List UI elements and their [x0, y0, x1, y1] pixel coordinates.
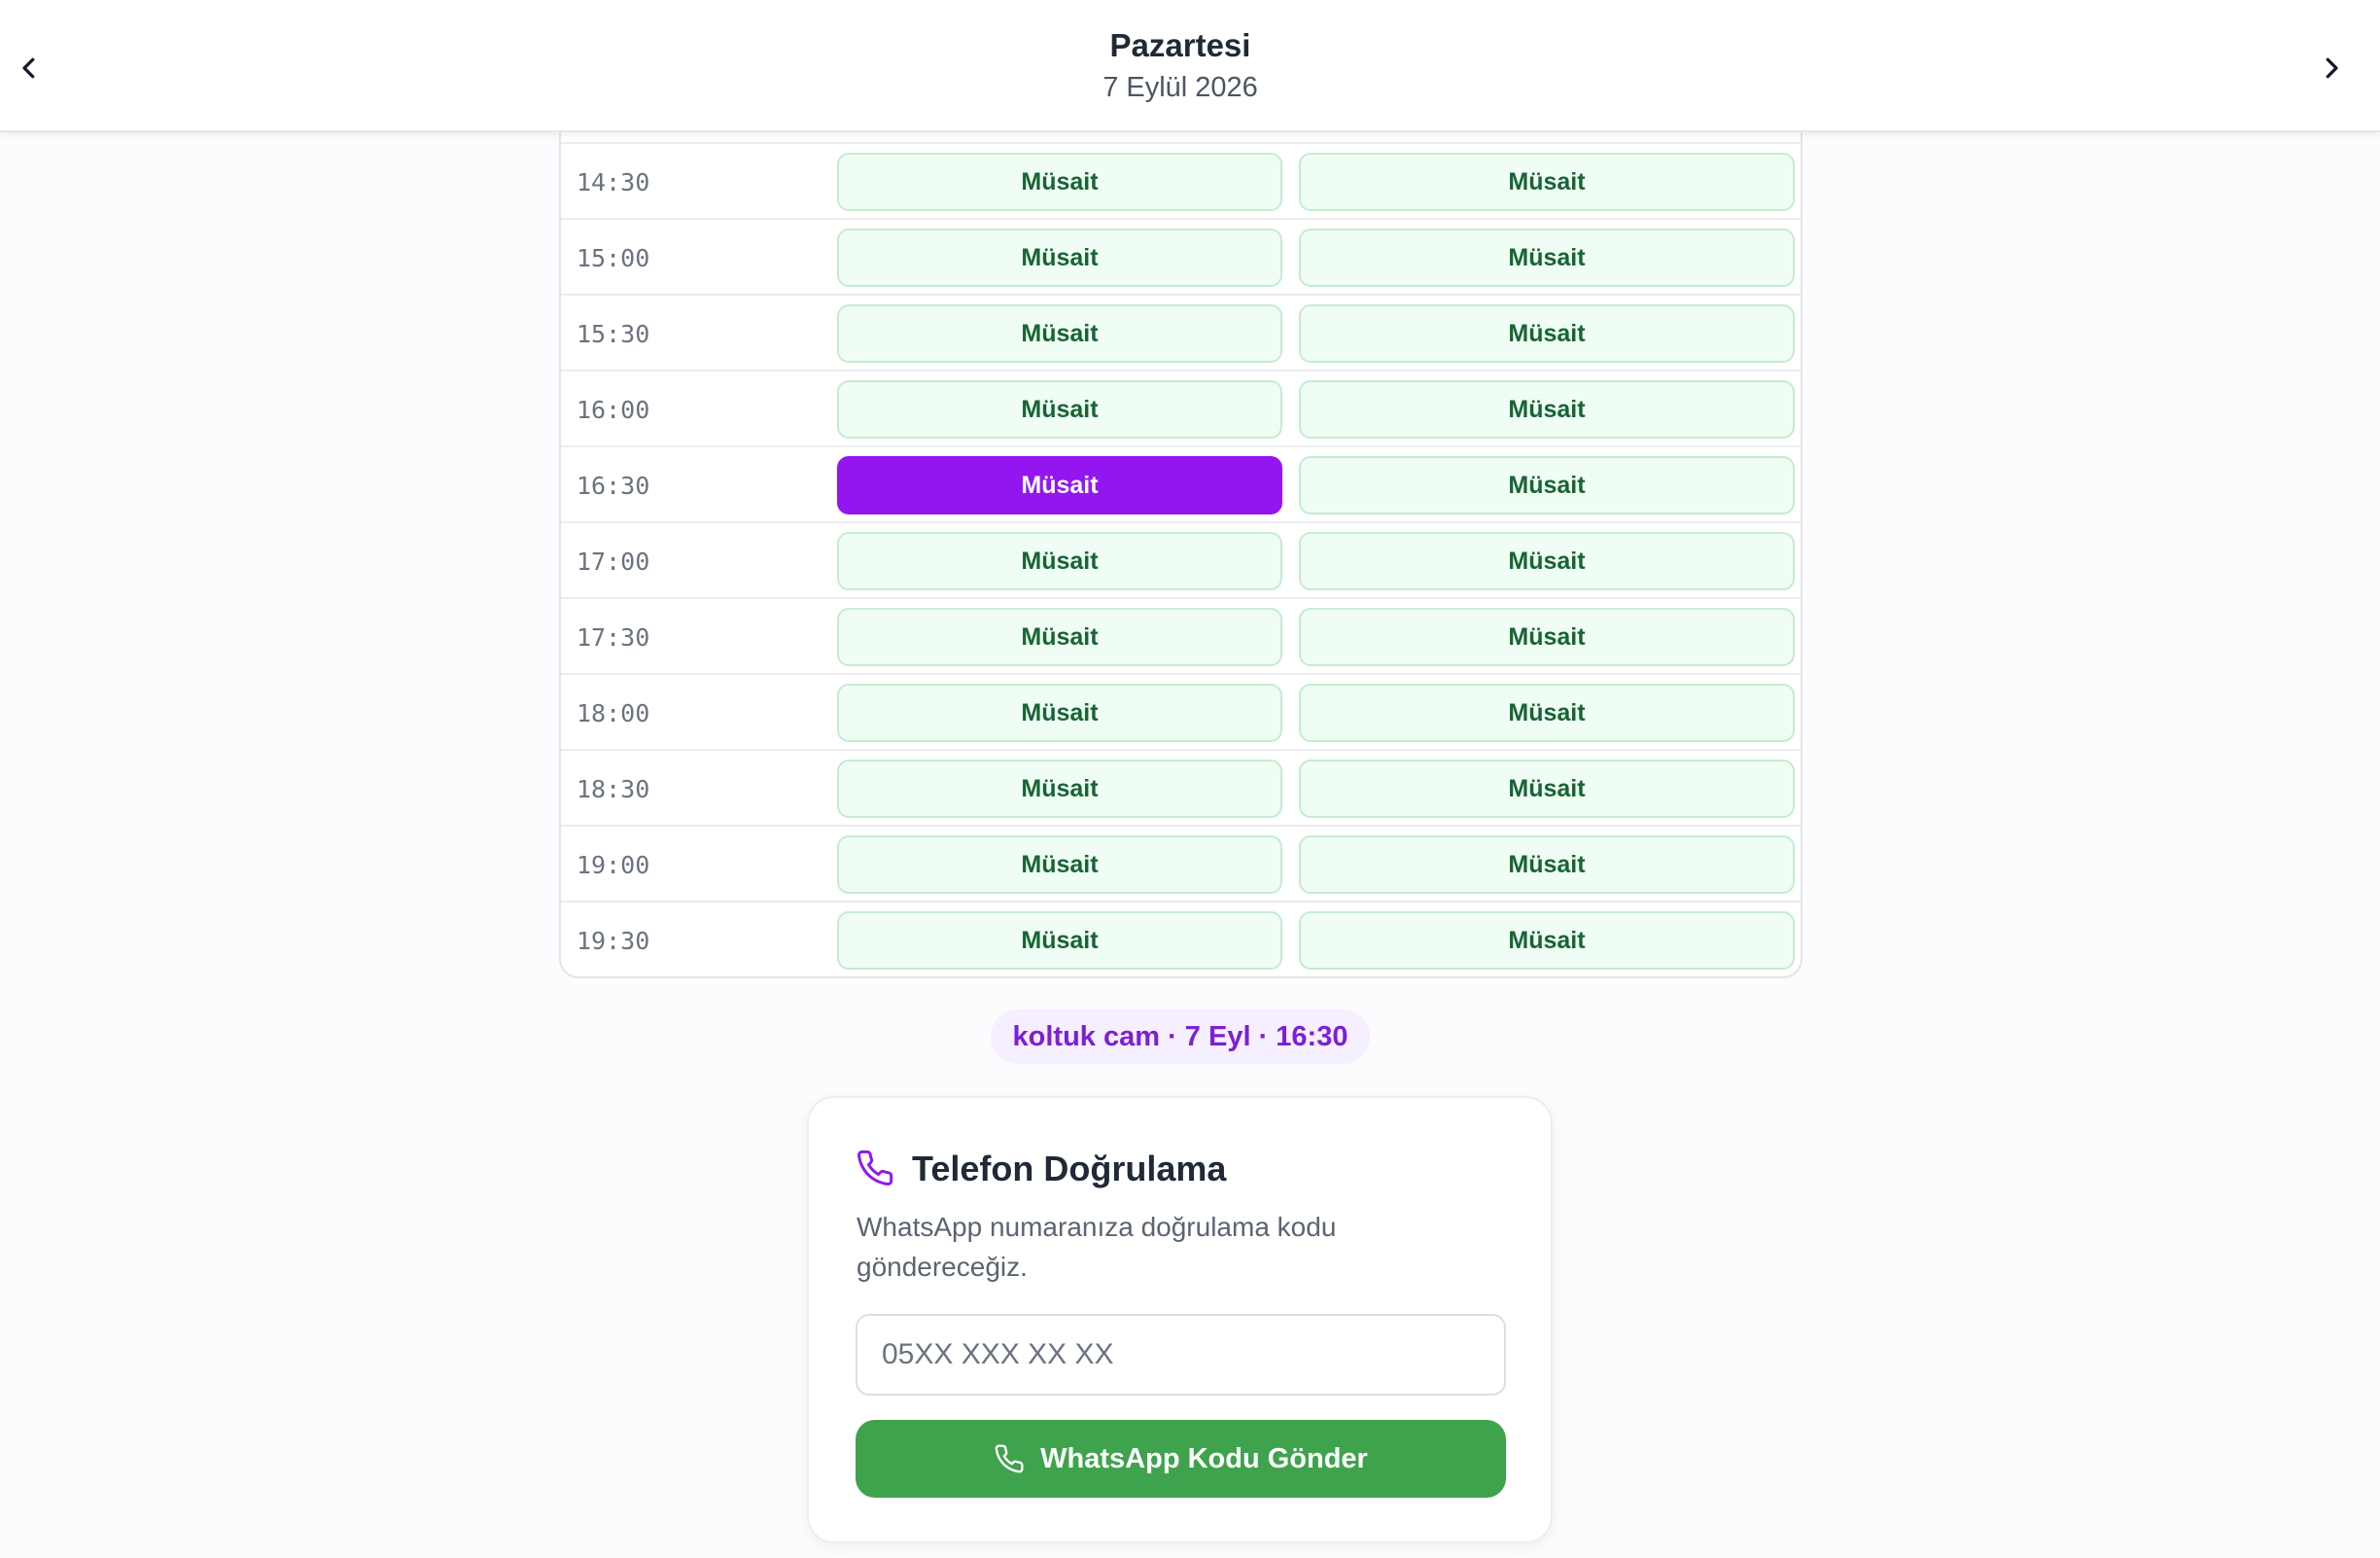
slot-time: 19:00 — [577, 850, 650, 879]
slot-button[interactable]: Müsait — [837, 304, 1282, 363]
phone-number-input[interactable] — [856, 1314, 1506, 1396]
slot-button[interactable]: Müsait — [1299, 835, 1795, 894]
time-slot-row: 15:30 Müsait Müsait — [561, 294, 1801, 370]
date-label: 7 Eylül 2026 — [1102, 72, 1258, 103]
slot-button[interactable]: Müsait — [1299, 684, 1795, 742]
slot-button[interactable]: Müsait — [837, 456, 1282, 514]
verification-title: Telefon Doğrulama — [912, 1149, 1227, 1188]
slot-time: 18:30 — [577, 774, 650, 803]
time-slot-row: 15:00 Müsait Müsait — [561, 218, 1801, 294]
slot-button[interactable]: Müsait — [837, 532, 1282, 590]
phone-verification-card: Telefon Doğrulama WhatsApp numaranıza do… — [807, 1096, 1553, 1543]
time-slot-row: 19:00 Müsait Müsait — [561, 825, 1801, 901]
time-slot-row: 17:00 Müsait Müsait — [561, 521, 1801, 597]
header: Pazartesi 7 Eylül 2026 — [0, 0, 2380, 132]
slot-button[interactable]: Müsait — [1299, 380, 1795, 439]
phone-icon — [858, 1150, 893, 1186]
slot-button[interactable]: Müsait — [837, 760, 1282, 818]
time-slot-row: 16:00 Müsait Müsait — [561, 370, 1801, 445]
time-slot-row: 19:30 Müsait Müsait — [561, 901, 1801, 976]
time-slot-row: 17:30 Müsait Müsait — [561, 597, 1801, 673]
slot-button[interactable]: Müsait — [837, 911, 1282, 970]
slot-button[interactable]: Müsait — [837, 684, 1282, 742]
slot-button[interactable]: Müsait — [1299, 456, 1795, 514]
time-slot-row: 18:00 Müsait Müsait — [561, 673, 1801, 749]
slot-time: 17:30 — [577, 622, 650, 652]
slot-time: 15:30 — [577, 319, 650, 348]
slot-time: 17:00 — [577, 547, 650, 576]
slot-button[interactable]: Müsait — [1299, 304, 1795, 363]
time-slot-row: 16:30 Müsait Müsait — [561, 445, 1801, 521]
slot-button[interactable]: Müsait — [837, 608, 1282, 666]
slot-button[interactable]: Müsait — [837, 380, 1282, 439]
time-slot-grid: 14:30 Müsait Müsait 15:00 Müsait Müsait 15:30 M… — [559, 124, 1802, 978]
phone-icon — [994, 1443, 1025, 1474]
slot-button[interactable]: Müsait — [1299, 911, 1795, 970]
slot-button[interactable]: Müsait — [837, 835, 1282, 894]
send-button-label: WhatsApp Kodu Gönder — [1040, 1442, 1368, 1474]
slot-button[interactable]: Müsait — [1299, 760, 1795, 818]
day-name: Pazartesi — [1109, 27, 1251, 63]
slot-button[interactable]: Müsait — [837, 229, 1282, 287]
slot-time: 15:00 — [577, 243, 650, 272]
slot-time: 19:30 — [577, 926, 650, 955]
slot-button[interactable]: Müsait — [1299, 153, 1795, 211]
verification-description: WhatsApp numaranıza doğrulama kodu gönde… — [857, 1212, 1337, 1282]
time-slot-row: 14:30 Müsait Müsait — [561, 142, 1801, 218]
slot-button[interactable]: Müsait — [1299, 532, 1795, 590]
next-day-button[interactable] — [2304, 41, 2359, 95]
send-whatsapp-code-button[interactable]: WhatsApp Kodu Gönder — [856, 1420, 1506, 1498]
time-slot-row: 18:30 Müsait Müsait — [561, 749, 1801, 825]
slot-time: 18:00 — [577, 698, 650, 727]
slot-button[interactable]: Müsait — [1299, 608, 1795, 666]
chevron-right-icon — [2326, 57, 2338, 79]
slot-button[interactable]: Müsait — [837, 153, 1282, 211]
slot-time: 16:00 — [577, 395, 650, 424]
selection-summary: koltuk cam · 7 Eyl · 16:30 — [991, 1009, 1370, 1064]
slot-time: 16:30 — [577, 471, 650, 500]
slot-time: 14:30 — [577, 167, 650, 196]
slot-button[interactable]: Müsait — [1299, 229, 1795, 287]
